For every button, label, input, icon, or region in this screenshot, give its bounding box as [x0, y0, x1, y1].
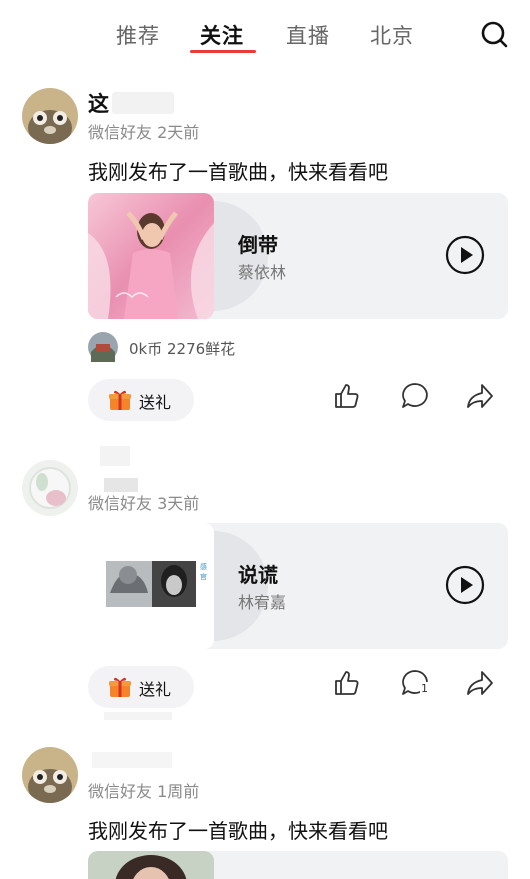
comment-count: 1 [420, 682, 429, 695]
avatar[interactable] [22, 460, 78, 516]
svg-text:感: 感 [200, 562, 207, 571]
gift-summary-text: 0k币 2276鲜花 [129, 340, 236, 358]
music-card[interactable] [88, 851, 508, 879]
gifter-avatar [88, 332, 118, 362]
blurred-area [100, 446, 130, 466]
gift-icon [109, 390, 131, 410]
gift-label: 送礼 [139, 393, 172, 412]
play-icon[interactable] [445, 565, 485, 605]
username[interactable]: 这 [88, 88, 109, 118]
tab-recommend[interactable]: 推荐 [116, 20, 160, 50]
blurred-area [92, 752, 172, 768]
avatar[interactable] [22, 88, 78, 144]
active-tab-indicator [190, 50, 256, 53]
post-time: 2天前 [157, 123, 200, 142]
album-cover [88, 851, 214, 879]
like-icon[interactable] [332, 381, 362, 411]
album-cover [88, 193, 214, 319]
blurred-username [112, 92, 174, 114]
post-source: 微信好友 [88, 782, 153, 801]
album-cover: 感 官 [88, 523, 214, 649]
top-tab-bar: 推荐 关注 直播 北京 [0, 0, 530, 70]
play-icon[interactable] [445, 235, 485, 275]
post-meta: 微信好友 2天前 [88, 119, 199, 143]
gift-icon [109, 677, 131, 697]
like-icon[interactable] [332, 668, 362, 698]
post-time: 1周前 [157, 782, 200, 801]
post-text: 我刚发布了一首歌曲，快来看看吧 [88, 819, 388, 843]
blurred-area [104, 712, 172, 720]
post-text: 我刚发布了一首歌曲，快来看看吧 [88, 160, 388, 184]
post-source: 微信好友 [88, 123, 153, 142]
post-meta: 微信好友 1周前 [88, 778, 199, 802]
song-artist: 蔡依林 [238, 263, 287, 282]
gift-label: 送礼 [139, 680, 172, 699]
avatar[interactable] [22, 747, 78, 803]
share-icon[interactable] [465, 381, 495, 411]
post-meta: 微信好友 3天前 [88, 490, 199, 514]
music-card[interactable]: 倒带 蔡依林 [88, 193, 508, 319]
post-time: 3天前 [157, 494, 200, 513]
music-card[interactable]: 感 官 说谎 林宥嘉 [88, 523, 508, 649]
tab-following[interactable]: 关注 [200, 20, 244, 50]
song-title: 说谎 [238, 563, 278, 587]
gift-button[interactable]: 送礼 [88, 379, 194, 421]
tab-live[interactable]: 直播 [286, 20, 330, 50]
search-icon[interactable] [480, 20, 508, 48]
share-icon[interactable] [465, 668, 495, 698]
song-title: 倒带 [238, 233, 278, 257]
tab-beijing[interactable]: 北京 [370, 20, 414, 50]
gift-button[interactable]: 送礼 [88, 666, 194, 708]
svg-text:官: 官 [200, 572, 207, 581]
comment-button[interactable]: 1 [400, 668, 430, 698]
post-source: 微信好友 [88, 494, 153, 513]
song-artist: 林宥嘉 [238, 593, 287, 612]
comment-icon[interactable] [400, 381, 430, 411]
